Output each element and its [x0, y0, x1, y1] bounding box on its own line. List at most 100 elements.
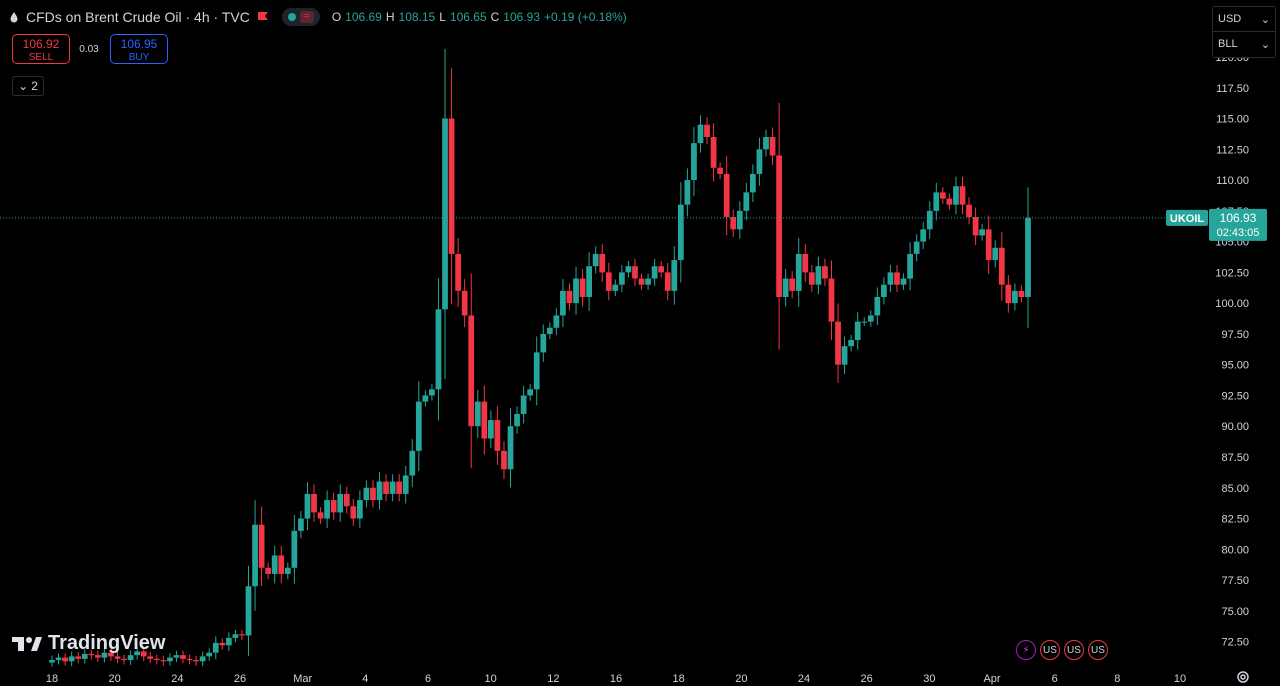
ohlc-close-value: 106.93 [503, 10, 540, 24]
candle-body [592, 253, 599, 267]
candle-body [867, 315, 874, 322]
candle-body [448, 118, 455, 254]
candle-body [979, 229, 986, 236]
bar-countdown: 02:43:05 [1217, 227, 1260, 239]
x-tick-label: 4 [362, 673, 368, 685]
x-tick-label: 16 [610, 673, 622, 685]
event-us-flag-icon[interactable]: US [1064, 640, 1084, 660]
y-tick-label: 90.00 [1221, 421, 1249, 433]
candle-body [769, 137, 776, 156]
candle-body [638, 278, 645, 285]
y-tick-label: 85.00 [1221, 483, 1249, 495]
x-tick-label: 6 [425, 673, 431, 685]
ohlc-high-value: 108.15 [398, 10, 436, 24]
market-open-dot [287, 13, 296, 21]
candle-body [645, 278, 651, 285]
candle-body [494, 420, 501, 451]
candle-body [913, 241, 920, 254]
candle-body [946, 198, 953, 205]
candle-body [376, 481, 383, 501]
candle-body [750, 173, 756, 193]
candle-body [992, 247, 999, 261]
indicators-collapse-button[interactable]: ⌄ 2 [12, 76, 44, 96]
candle-body [926, 210, 933, 230]
gear-icon[interactable] [1236, 670, 1250, 684]
candle-body [481, 401, 488, 439]
market-status-pill[interactable]: ≈ [281, 8, 320, 26]
candle-body [402, 475, 409, 494]
candle-body [553, 315, 560, 328]
candle-body [573, 278, 579, 304]
ohlc-change: +0.19 (+0.18%) [544, 10, 627, 24]
tradingview-logo[interactable]: TradingView [12, 632, 165, 655]
candle-body [677, 204, 684, 261]
x-tick-label: 26 [861, 673, 873, 685]
sell-button[interactable]: 106.92 SELL [12, 34, 70, 64]
candle-body [632, 266, 638, 279]
candle-body [920, 229, 927, 242]
candle-body [304, 493, 311, 519]
candle-body [939, 192, 946, 199]
candle-body [697, 124, 704, 144]
candle-body [619, 272, 625, 285]
flag-icon[interactable] [256, 10, 270, 24]
candle-body [343, 493, 350, 507]
candle-body [167, 657, 173, 662]
candle-body [219, 642, 226, 646]
buy-label: BUY [128, 52, 150, 63]
candle-body [605, 272, 612, 291]
chevron-down-icon: ⌄ [18, 79, 29, 93]
unit-value: BLL [1218, 38, 1238, 50]
candle-body [730, 217, 737, 230]
candle-body [933, 192, 940, 211]
candle-body [468, 315, 475, 427]
candle-body [586, 266, 592, 297]
candle-body [789, 278, 796, 291]
y-tick-label: 87.50 [1221, 452, 1249, 464]
y-tick-label: 82.50 [1221, 514, 1249, 526]
candle-body [265, 567, 272, 574]
event-us-flag-icon[interactable]: US [1088, 640, 1108, 660]
candle-body [736, 210, 743, 230]
candle-body [776, 155, 782, 297]
candle-body [763, 137, 769, 150]
event-us-flag-icon[interactable]: US [1040, 640, 1060, 660]
unit-select[interactable]: BLL ⌄ [1213, 32, 1275, 56]
candle-body [1005, 284, 1012, 304]
ohlc-close-label: C [490, 10, 500, 24]
trade-panel: 106.92 SELL 0.03 106.95 BUY [12, 34, 168, 64]
candle-body [409, 450, 416, 476]
candle-body [841, 346, 848, 365]
currency-select[interactable]: USD ⌄ [1213, 7, 1275, 32]
y-tick-label: 75.00 [1221, 606, 1249, 618]
candle-body [815, 266, 822, 285]
currency-unit-selector: USD ⌄ BLL ⌄ [1212, 6, 1276, 58]
candle-body [284, 567, 291, 574]
candle-body [370, 487, 376, 501]
y-tick-label: 72.50 [1221, 637, 1249, 649]
candle-body [324, 500, 330, 519]
candle-body [298, 518, 304, 531]
x-tick-label: 24 [798, 673, 810, 685]
x-tick-label: Apr [983, 673, 1000, 685]
candle-body [337, 493, 344, 513]
candle-body [232, 634, 239, 638]
y-tick-label: 97.50 [1221, 329, 1249, 341]
price-chart[interactable]: 72.50 75.00 77.50 80.00 82.50 85.00 87.50 90.00… [0, 0, 1280, 686]
indicator-count: 2 [31, 79, 38, 93]
candle-body [881, 284, 887, 297]
candle-body [442, 118, 448, 310]
candle-body [193, 660, 199, 662]
candle-body [114, 656, 121, 659]
brand-name: TradingView [48, 632, 166, 654]
symbol-title[interactable]: CFDs on Brent Crude Oil · 4h · TVC [26, 9, 250, 25]
candle-body [854, 321, 861, 341]
event-lightning-icon[interactable]: ⚡ [1016, 640, 1036, 660]
candle-body [514, 413, 520, 427]
candle-body [874, 297, 881, 316]
candle-body [894, 272, 900, 285]
candle-body [658, 266, 665, 273]
candle-body [651, 266, 658, 279]
buy-button[interactable]: 106.95 BUY [110, 34, 168, 64]
candle-body [461, 290, 468, 316]
